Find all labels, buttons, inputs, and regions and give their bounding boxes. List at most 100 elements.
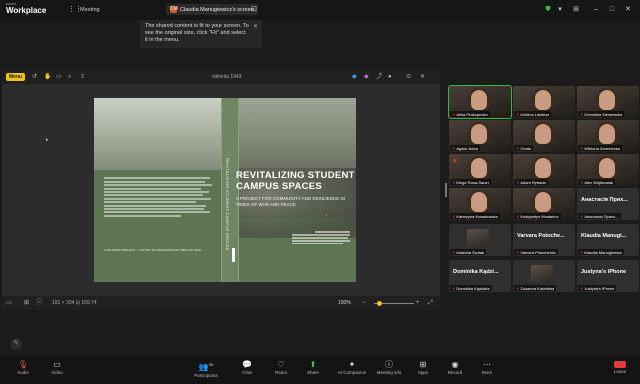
zoom-slider-knob[interactable] <box>377 301 382 306</box>
close-viewer-icon[interactable]: ✕ <box>420 73 425 81</box>
react-button[interactable]: ♡ React <box>266 359 296 376</box>
participant-tile[interactable]: ✕ Dominika Sieniewska <box>577 86 639 118</box>
leave-button[interactable]: Leave <box>608 361 632 379</box>
share-button[interactable]: ⬆ Share <box>298 359 328 376</box>
grid-icon[interactable]: ⋮⋮ <box>68 6 82 14</box>
participants-button[interactable]: 👥20 Participants <box>188 359 224 379</box>
participant-name: Dominika Sieniewska <box>584 111 623 117</box>
chevron-down-icon[interactable]: ▾ <box>556 6 564 14</box>
back-cover-text <box>104 176 214 218</box>
layout-icon[interactable]: ▭ <box>6 299 12 307</box>
record-button[interactable]: ◉ Record <box>440 359 470 376</box>
mic-muted-icon: ✕ <box>516 111 520 117</box>
fullscreen-icon[interactable]: ⤢ <box>428 299 433 307</box>
participant-tile[interactable]: ✕ Chatu <box>513 120 575 152</box>
participant-tile[interactable]: ✕ Alina Prokopenko <box>448 85 512 119</box>
app-icon-2[interactable]: ◆ <box>364 73 369 81</box>
export-icon[interactable]: ⇪ <box>80 73 85 81</box>
mic-muted-icon: ✕ <box>516 249 520 255</box>
participant-tile[interactable]: ✕ Kristina Lawless <box>513 86 575 118</box>
fit-tooltip: The shared content is fit to your screen… <box>140 20 262 48</box>
close-tooltip-icon[interactable]: ✕ <box>253 23 258 30</box>
panel-resize-handle[interactable] <box>445 183 447 197</box>
heart-reaction-icon: ♥ <box>453 158 458 165</box>
minimize-icon[interactable]: – <box>592 6 600 14</box>
meeting-info-button[interactable]: ⓘ Meeting info <box>372 359 406 376</box>
participant-tile[interactable]: ♥ ✕ Kinga Rosa-Sauer <box>449 154 511 186</box>
cover-subtitle: A PROJECT FOR COMMUNITY AND RESILIENCE I… <box>236 196 345 207</box>
participant-face <box>599 158 615 178</box>
participants-label: Participants <box>194 372 218 378</box>
chat-button[interactable]: 💬 Chat <box>232 359 262 376</box>
participant-name: Alina Prokopenko <box>456 111 488 117</box>
apps-label: Apps <box>417 370 429 375</box>
apps-icon: ⊞ <box>419 360 427 369</box>
chat-icon: 💬 <box>242 360 252 369</box>
more-button[interactable]: ⋯ More <box>472 359 502 376</box>
more-icon: ⋯ <box>483 360 491 369</box>
app-logo: zoom Workplace <box>6 2 46 15</box>
cover-title-line2: CAMPUS SPACES <box>236 181 323 192</box>
shield-icon[interactable]: ⛊ <box>544 6 552 14</box>
mic-muted-icon: 🎙 <box>17 360 29 369</box>
participant-face <box>471 158 487 178</box>
maximize-icon[interactable]: □ <box>608 6 616 14</box>
participant-name: Zuzanna Kościelna <box>520 285 555 291</box>
undo-icon[interactable]: ↺ <box>32 73 37 81</box>
participant-tile[interactable]: ✕ Zuzanna Kościelna <box>513 260 575 292</box>
participant-tile[interactable]: ✕ Alex Wojtkowiak <box>577 154 639 186</box>
info-icon[interactable]: ⓘ <box>36 299 42 307</box>
participant-nameplate: ✕ Katarzyna Kowalewska <box>450 213 500 219</box>
mic-muted-icon: ✕ <box>452 213 456 219</box>
participant-tile[interactable]: Dominika Kądzi... ✕ Dominika Kądziela <box>449 260 511 292</box>
participant-tile[interactable]: ✕ Katarzyna Kowalewska <box>449 188 511 220</box>
audio-button[interactable]: 🎙 Audio <box>8 359 38 376</box>
participant-face <box>535 158 551 178</box>
zoom-out-icon[interactable]: − <box>362 299 366 307</box>
participant-tile[interactable]: Varvara Potoche... ✕ Varvara Potochenko <box>513 224 575 256</box>
participant-tile[interactable]: ✕ Agata Jelica <box>449 120 511 152</box>
ai-companion-button[interactable]: ✦ AI Companion <box>334 359 370 376</box>
ai-companion-icon: ✦ <box>348 360 356 369</box>
search-icon[interactable]: ⌕ <box>68 73 71 81</box>
zoom-level[interactable]: 100% <box>338 299 351 307</box>
comment-icon[interactable]: ▭ <box>56 73 62 81</box>
video-button[interactable]: ▭ Video <box>42 359 72 376</box>
participant-nameplate: ✕ Kinga Rosa-Sauer <box>450 179 492 185</box>
view-icon[interactable]: ⊞ <box>572 6 580 14</box>
apps-button[interactable]: ⊞ Apps <box>408 359 438 376</box>
participant-tile[interactable]: Justyna's iPhone ✕ Justyna's iPhone <box>577 260 639 292</box>
share-icon[interactable]: ⤴ <box>376 73 382 81</box>
participant-tile[interactable]: ✕ Adam Rybacki <box>513 154 575 186</box>
participant-display-name: Klaudia Manugi... <box>581 233 627 239</box>
participant-face <box>599 90 615 110</box>
participant-tile[interactable]: ✕ Wiktoria Zarembska <box>577 120 639 152</box>
participant-nameplate: ✕ Alina Prokopenko <box>450 111 490 117</box>
top-bar: zoom Workplace ⋮⋮ Meeting CM Claudia Man… <box>0 0 640 20</box>
react-label: React <box>275 370 287 375</box>
pin-icon[interactable]: ⊙ <box>406 73 411 81</box>
participant-name: Malwina Świtak <box>456 249 484 255</box>
hand-icon[interactable]: ✋ <box>44 73 51 81</box>
ai-label: AI Companion <box>337 370 367 375</box>
meeting-label[interactable]: Meeting <box>80 6 100 14</box>
screen-share-indicator[interactable]: CM Claudia Manugiewicz's screen <box>166 4 258 15</box>
view-options-icon[interactable]: ⊡ <box>250 6 258 14</box>
zoom-in-icon[interactable]: + <box>416 299 420 307</box>
grid-view-icon[interactable]: ⊞ <box>24 299 29 307</box>
participant-name: Kinga Rosa-Sauer <box>456 179 490 185</box>
avatar-icon[interactable]: ● <box>388 73 392 81</box>
page-dimensions: 191 × 304 ⊟ 169.74 <box>52 300 97 306</box>
mic-muted-icon: ✕ <box>516 285 520 291</box>
mic-muted-icon: ✕ <box>580 249 584 255</box>
participant-tile[interactable]: Анастасія Прих... ✕ Анастасія Прихо... <box>577 188 639 220</box>
close-icon[interactable]: ✕ <box>624 6 632 14</box>
participant-nameplate: ✕ Chatu <box>514 145 534 151</box>
participant-name: Agata Jelica <box>456 145 479 151</box>
participant-tile[interactable]: ✕ Malwina Świtak <box>449 224 511 256</box>
participant-tile[interactable]: ✕ Kostyantyn Mostahov <box>513 188 575 220</box>
participant-tile[interactable]: Klaudia Manugi... ✕ Klaudia Manugiewicz <box>577 224 639 256</box>
menu-button[interactable]: Menu <box>6 73 26 81</box>
app-icon-1[interactable]: ◆ <box>352 73 357 81</box>
annotate-pen-icon[interactable]: ✎ <box>10 338 22 350</box>
